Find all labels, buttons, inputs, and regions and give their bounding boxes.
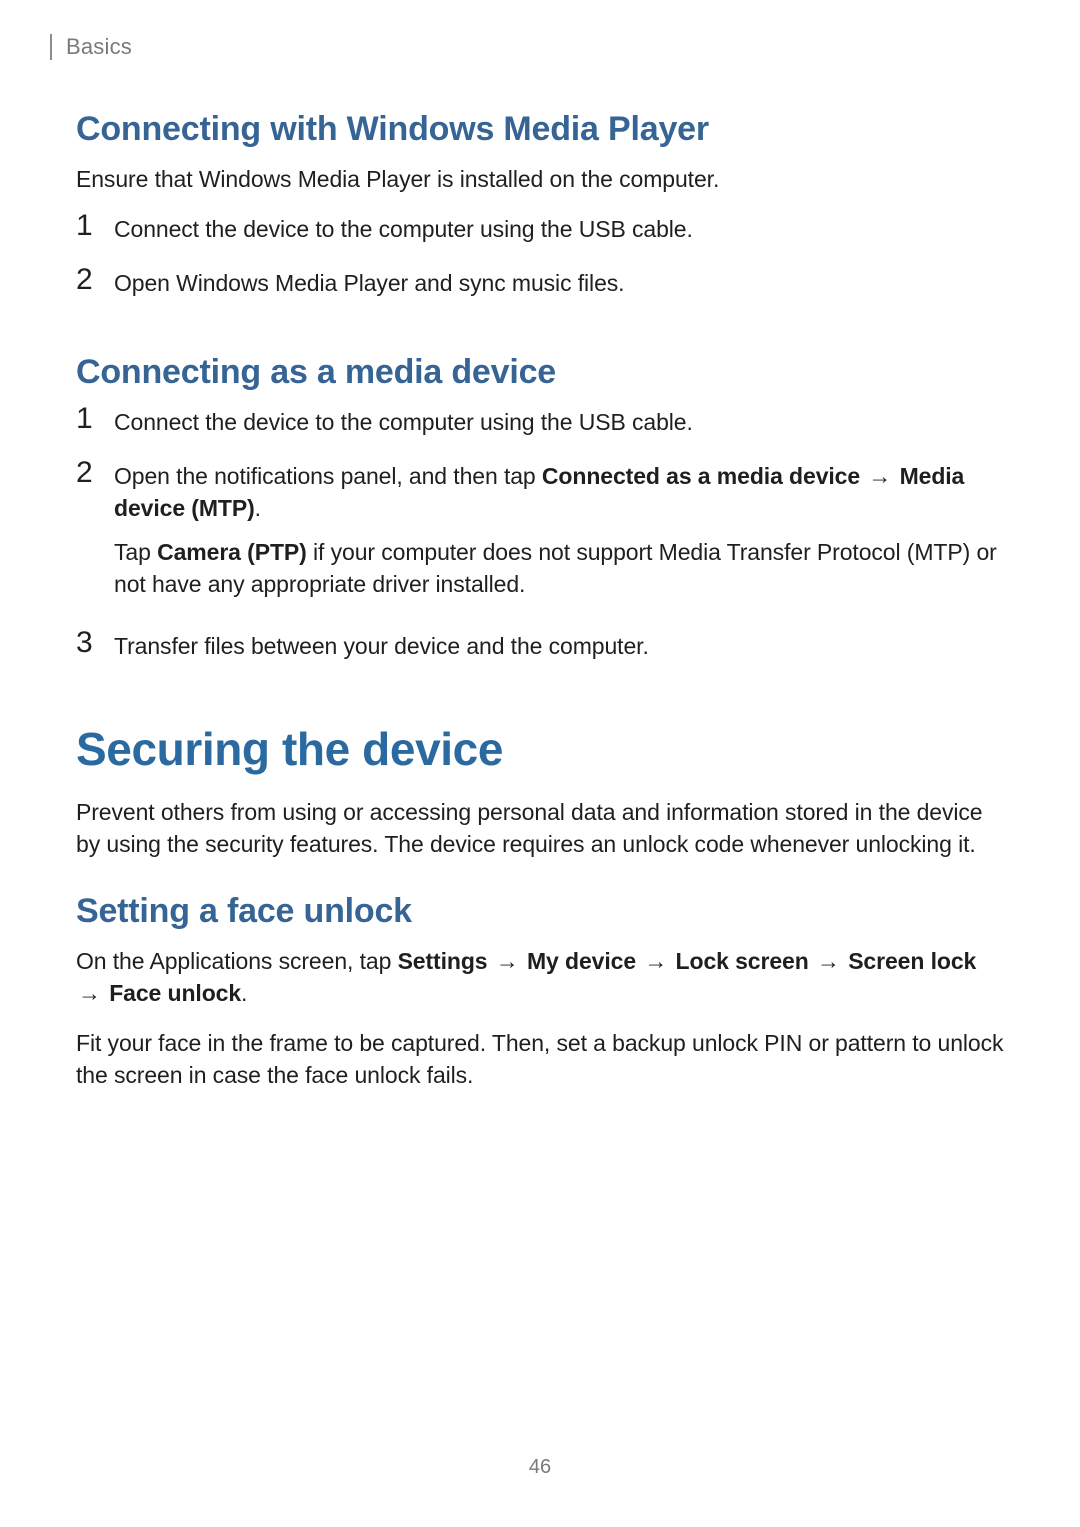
bold-text: Settings [398,948,488,974]
list-item: 2 Open the notifications panel, and then… [76,460,1004,600]
page-number: 46 [0,1456,1080,1479]
bold-text: My device [527,948,636,974]
subheading-media-device: Connecting as a media device [76,353,1004,392]
page-header: Basics [76,34,1004,60]
section-label: Basics [66,34,132,60]
step-text: Transfer files between your device and t… [114,630,649,662]
arrow-icon: → [76,980,103,1006]
text-run: Open the notifications panel, and then t… [114,463,542,489]
step-body: Connect the device to the computer using… [114,406,693,438]
wmp-intro: Ensure that Windows Media Player is inst… [76,163,1004,195]
securing-intro: Prevent others from using or accessing p… [76,796,1004,860]
step-body: Open the notifications panel, and then t… [114,460,1004,600]
step-body: Connect the device to the computer using… [114,213,693,245]
step-number: 1 [76,404,98,434]
step-text: Open the notifications panel, and then t… [114,460,1004,524]
arrow-icon: → [815,948,842,974]
step-number: 3 [76,628,98,658]
step-text: Open Windows Media Player and sync music… [114,267,624,299]
step-number: 2 [76,265,98,295]
arrow-icon: → [866,463,893,489]
bold-text: Connected as a media device [542,463,860,489]
face-unlock-path: On the Applications screen, tap Settings… [76,945,1004,1009]
text-run: . [241,980,247,1006]
media-steps: 1 Connect the device to the computer usi… [76,406,1004,662]
step-number: 2 [76,458,98,488]
subheading-wmp: Connecting with Windows Media Player [76,110,1004,149]
arrow-icon: → [642,948,669,974]
page-content: Basics Connecting with Windows Media Pla… [0,0,1080,1091]
face-unlock-instructions: Fit your face in the frame to be capture… [76,1027,1004,1091]
arrow-icon: → [494,948,521,974]
list-item: 2 Open Windows Media Player and sync mus… [76,267,1004,299]
step-text: Tap Camera (PTP) if your computer does n… [114,536,1004,600]
text-run: On the Applications screen, tap [76,948,398,974]
bold-text: Face unlock [109,980,241,1006]
bold-text: Camera (PTP) [157,539,307,565]
step-text: Connect the device to the computer using… [114,406,693,438]
subheading-face-unlock: Setting a face unlock [76,892,1004,931]
list-item: 1 Connect the device to the computer usi… [76,406,1004,438]
text-run: . [255,495,261,521]
step-body: Transfer files between your device and t… [114,630,649,662]
step-body: Open Windows Media Player and sync music… [114,267,624,299]
section-title-securing: Securing the device [76,722,1004,776]
header-divider [50,34,52,60]
list-item: 3 Transfer files between your device and… [76,630,1004,662]
wmp-steps: 1 Connect the device to the computer usi… [76,213,1004,299]
step-text: Connect the device to the computer using… [114,213,693,245]
step-number: 1 [76,211,98,241]
list-item: 1 Connect the device to the computer usi… [76,213,1004,245]
bold-text: Lock screen [676,948,809,974]
bold-text: Screen lock [848,948,976,974]
text-run: Tap [114,539,157,565]
